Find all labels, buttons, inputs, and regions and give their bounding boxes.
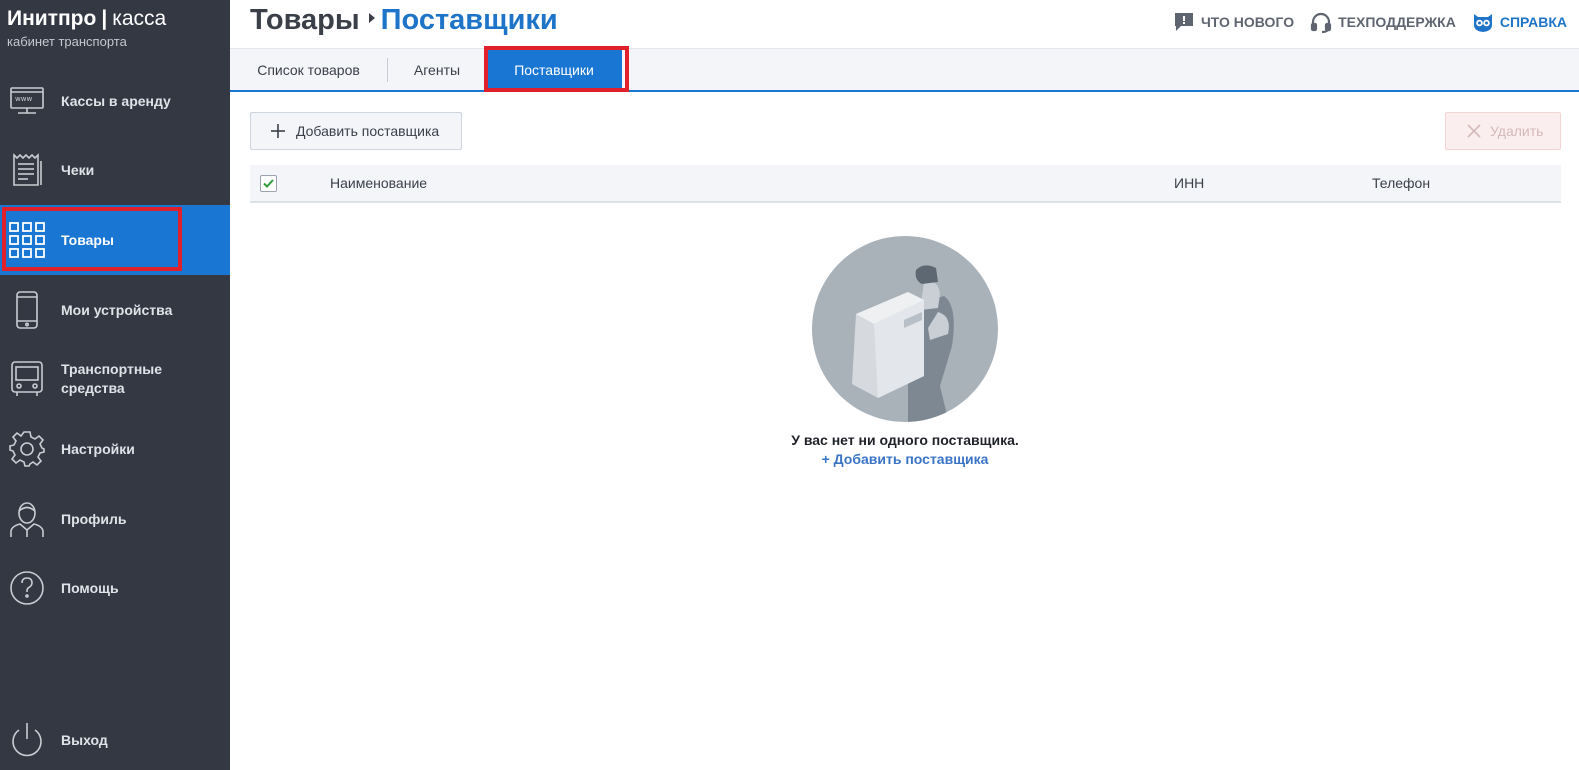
bus-icon	[8, 360, 46, 398]
brand-separator: |	[101, 7, 108, 30]
tabs-bar: Список товаров Агенты Поставщики	[230, 48, 1579, 92]
question-icon	[8, 569, 46, 607]
announcement-icon	[1174, 13, 1193, 31]
checkmark-icon	[263, 179, 274, 188]
sidebar: Инитпро | касса кабинет транспорта www Кас…	[0, 0, 230, 770]
tab-agents[interactable]: Агенты	[388, 49, 486, 90]
top-links: ЧТО НОВОГО ТЕХПОДДЕРЖКА СПРАВКА	[1157, 11, 1567, 33]
svg-text:www: www	[15, 95, 32, 103]
page-title: Поставщики	[380, 4, 558, 36]
user-icon	[8, 500, 46, 538]
column-header-name[interactable]: Наименование	[330, 175, 427, 191]
sidebar-item-label: Чеки	[61, 161, 95, 178]
sidebar-item-label: Кассы в аренду	[61, 92, 171, 109]
delete-button[interactable]: Удалить	[1445, 112, 1561, 150]
sidebar-item-rent-terminals[interactable]: www Кассы в аренду	[0, 66, 230, 136]
owl-icon	[1473, 14, 1492, 32]
phone-icon	[8, 291, 46, 329]
empty-state-message: У вас нет ни одного поставщика.	[791, 432, 1019, 448]
delete-label: Удалить	[1490, 123, 1544, 139]
tab-goods-list[interactable]: Список товаров	[230, 49, 387, 90]
sidebar-item-settings[interactable]: Настройки	[0, 414, 230, 484]
tab-label: Список товаров	[257, 61, 360, 78]
brand-product: касса	[112, 7, 167, 30]
close-icon	[1467, 124, 1481, 138]
brand: Инитпро | касса кабинет транспорта	[7, 6, 166, 49]
tab-suppliers[interactable]: Поставщики	[486, 49, 622, 90]
help-link[interactable]: СПРАВКА	[1472, 11, 1567, 33]
sidebar-item-goods[interactable]: Товары	[0, 205, 230, 275]
sidebar-item-vehicles[interactable]: Транспортные средства	[0, 344, 230, 414]
sidebar-item-logout[interactable]: Выход	[0, 705, 230, 770]
grid-icon	[8, 221, 46, 259]
table-header: Наименование ИНН Телефон	[250, 165, 1561, 203]
column-header-phone[interactable]: Телефон	[1372, 175, 1430, 191]
tab-label: Поставщики	[514, 61, 594, 78]
support-label: ТЕХПОДДЕРЖКА	[1338, 14, 1456, 30]
tab-label: Агенты	[413, 61, 461, 78]
brand-name: Инитпро	[7, 7, 97, 30]
headset-icon	[1310, 12, 1332, 33]
courier-illustration	[812, 236, 998, 422]
column-header-inn[interactable]: ИНН	[1174, 175, 1204, 191]
brand-subtitle: кабинет транспорта	[7, 34, 127, 49]
breadcrumb-arrow-icon	[368, 13, 375, 24]
sidebar-item-help[interactable]: Помощь	[0, 553, 230, 623]
add-supplier-label: Добавить поставщика	[296, 123, 440, 139]
add-supplier-button[interactable]: Добавить поставщика	[250, 112, 462, 150]
page-header: Товары Поставщики ЧТО НОВОГО ТЕХПОДДЕРЖКА	[230, 0, 1579, 48]
sidebar-item-label: Товары	[61, 231, 114, 248]
empty-state-illustration	[812, 236, 998, 422]
breadcrumb-parent[interactable]: Товары	[250, 4, 360, 36]
sidebar-item-label: Мои устройства	[61, 301, 173, 318]
breadcrumb: Товары Поставщики	[250, 4, 558, 37]
plus-icon	[271, 124, 285, 138]
gear-icon	[8, 430, 46, 468]
sidebar-item-label: Помощь	[61, 579, 119, 596]
sidebar-item-profile[interactable]: Профиль	[0, 484, 230, 554]
whats-new-label: ЧТО НОВОГО	[1200, 14, 1295, 30]
power-icon	[8, 721, 46, 759]
sidebar-item-devices[interactable]: Мои устройства	[0, 275, 230, 345]
empty-state-add-link[interactable]: + Добавить поставщика	[700, 451, 1110, 467]
help-label: СПРАВКА	[1499, 14, 1567, 30]
select-all-checkbox[interactable]	[260, 175, 277, 192]
sidebar-item-label: Транспортные средства	[61, 361, 163, 396]
receipt-icon	[8, 151, 46, 189]
sidebar-item-label: Выход	[61, 731, 108, 748]
sidebar-item-label: Настройки	[61, 440, 135, 457]
app-root: Инитпро | касса кабинет транспорта www Кас…	[0, 0, 1579, 770]
sidebar-item-label: Профиль	[61, 510, 127, 527]
sidebar-item-receipts[interactable]: Чеки	[0, 135, 230, 205]
support-link[interactable]: ТЕХПОДДЕРЖКА	[1310, 11, 1456, 33]
whats-new-link[interactable]: ЧТО НОВОГО	[1173, 11, 1294, 33]
brand-title: Инитпро | касса	[7, 6, 166, 32]
web-terminal-icon: www	[8, 82, 46, 120]
